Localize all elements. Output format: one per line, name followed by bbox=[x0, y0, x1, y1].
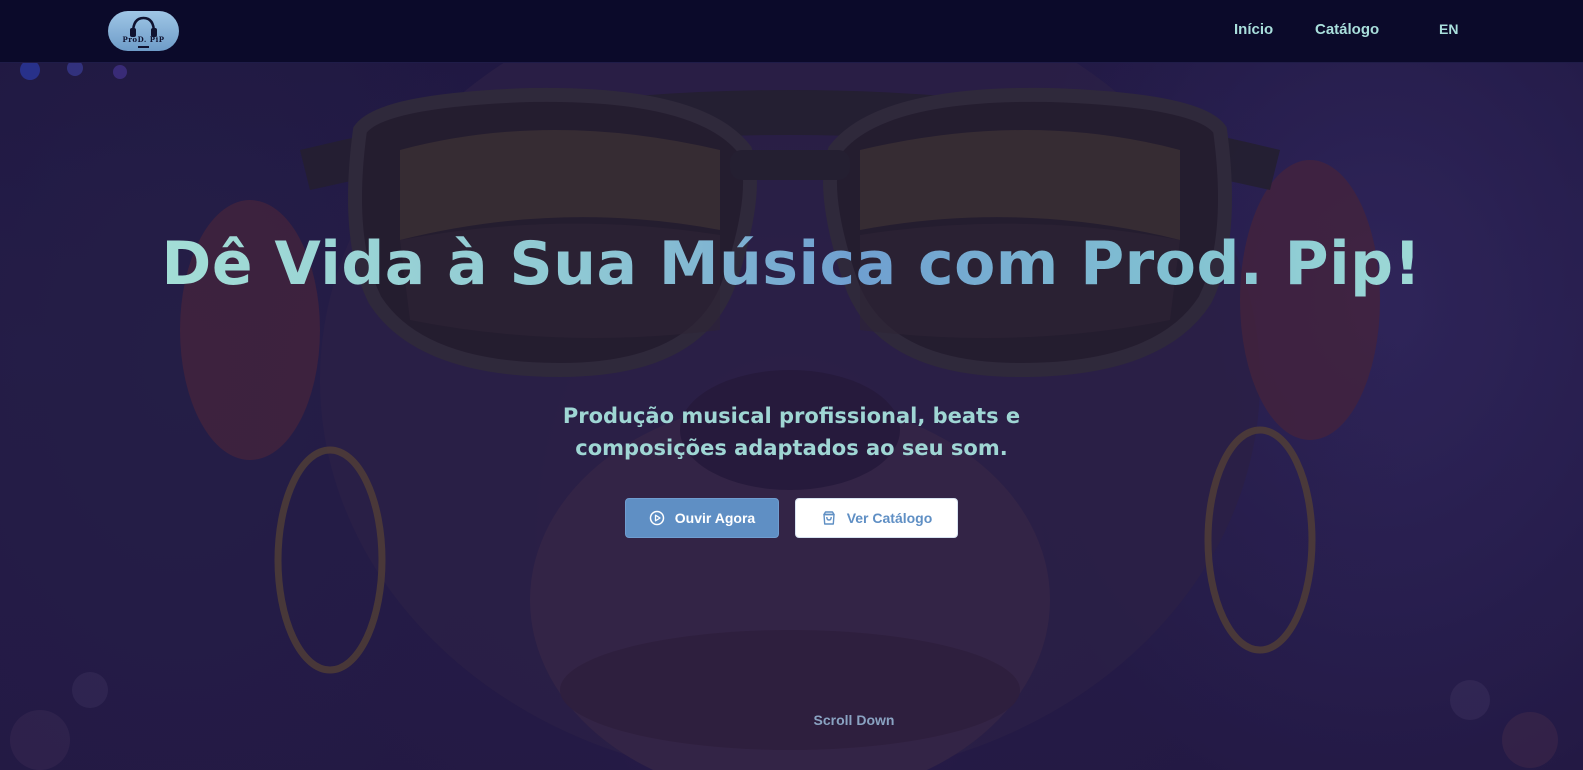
language-switch-button[interactable]: EN bbox=[1439, 21, 1458, 37]
brand-logo[interactable]: ProD. PiP bbox=[108, 11, 179, 51]
scroll-down-link[interactable]: Scroll Down bbox=[780, 712, 928, 728]
landing-page: ProD. PiP Início Catálogo EN Dê Vida à S… bbox=[0, 0, 1583, 770]
nav-link-catalog[interactable]: Catálogo bbox=[1315, 21, 1379, 38]
play-circle-icon bbox=[649, 510, 665, 526]
view-catalog-label: Ver Catálogo bbox=[846, 510, 933, 526]
hero-background-image bbox=[0, 0, 1583, 770]
navbar: ProD. PiP Início Catálogo EN bbox=[0, 0, 1583, 63]
hero-title: Dê Vida à Sua Música com Prod. Pip! bbox=[140, 228, 1443, 300]
shopping-bag-icon bbox=[821, 510, 837, 526]
logo-text: ProD. PiP bbox=[122, 35, 165, 44]
nav-link-home[interactable]: Início bbox=[1234, 21, 1273, 38]
view-catalog-button[interactable]: Ver Catálogo bbox=[795, 498, 958, 538]
hero-subtitle: Produção musical profissional, beats e c… bbox=[562, 404, 1021, 460]
hero-dark-overlay bbox=[0, 0, 1583, 770]
listen-now-button[interactable]: Ouvir Agora bbox=[625, 498, 779, 538]
listen-now-label: Ouvir Agora bbox=[674, 510, 756, 526]
headphones-icon bbox=[130, 16, 157, 48]
